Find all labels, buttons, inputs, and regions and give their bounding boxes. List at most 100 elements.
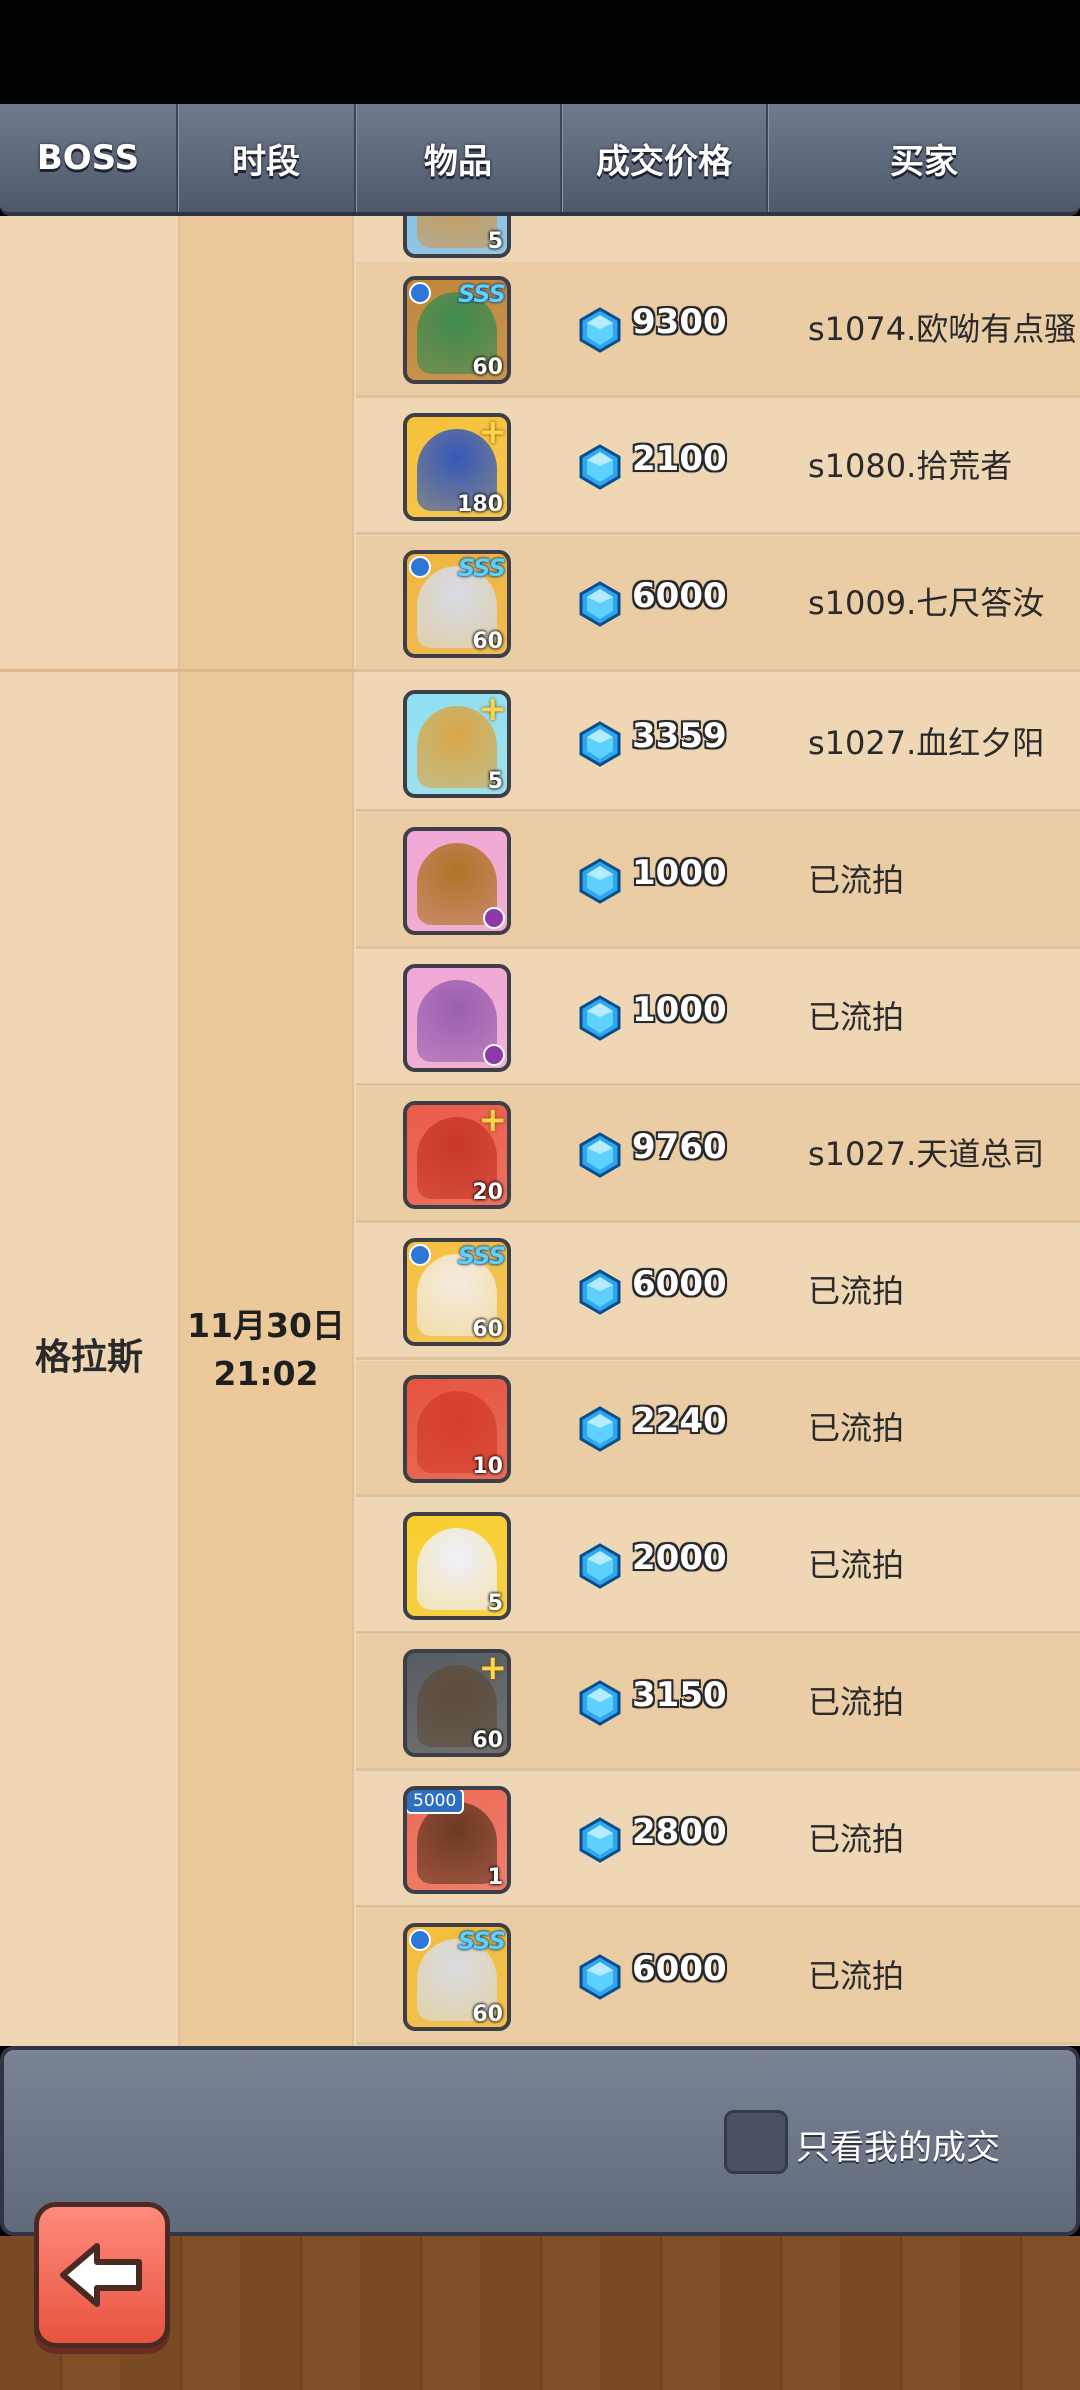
buyer-name: s1027.血红夕阳 <box>808 724 1045 762</box>
item-art <box>417 1528 497 1610</box>
diamond-gem-icon <box>579 307 621 353</box>
item-icon[interactable]: +60 <box>403 1649 511 1757</box>
time-date: 11月30日 <box>187 1306 345 1345</box>
table-header: BOSS 时段 物品 成交价格 买家 <box>0 104 1080 216</box>
plus-icon: + <box>478 413 508 452</box>
diamond-gem-icon <box>579 1132 621 1178</box>
table-row[interactable]: SSS 60 6000 已流拍 <box>356 1909 1080 2045</box>
element-icon <box>483 907 505 929</box>
buyer-name: 已流拍 <box>808 1957 905 1995</box>
price-value: 1000 <box>632 990 727 1030</box>
buyer-name: 已流拍 <box>808 1409 905 1447</box>
buyer-name: s1027.天道总司 <box>808 1135 1045 1173</box>
item-icon[interactable]: 5 <box>403 1512 511 1620</box>
rank-badge: SSS <box>457 554 506 582</box>
plus-icon: + <box>478 1649 508 1688</box>
plus-icon: + <box>478 690 508 729</box>
rank-badge: SSS <box>457 280 506 308</box>
header-price: 成交价格 <box>562 104 768 212</box>
diamond-gem-icon <box>579 995 621 1041</box>
item-icon[interactable]: SSS 60 <box>403 550 511 658</box>
item-level: 10 <box>472 1454 503 1479</box>
item-icon[interactable] <box>403 827 511 935</box>
item-icon[interactable]: +20 <box>403 1101 511 1209</box>
buyer-name: s1074.欧呦有点骚 <box>808 310 1077 348</box>
header-boss: BOSS <box>0 104 178 212</box>
price-value: 2100 <box>632 439 727 479</box>
item-icon[interactable]: 5 <box>403 216 511 258</box>
item-level: 180 <box>457 492 503 517</box>
table-row[interactable]: SSS 60 6000 s1009.七尺答汝 <box>356 536 1080 672</box>
price-value: 2240 <box>632 1401 727 1441</box>
table-row[interactable]: +5 3359 s1027.血红夕阳 <box>356 676 1080 812</box>
price-value: 1000 <box>632 853 727 893</box>
back-button[interactable] <box>34 2202 170 2348</box>
item-icon[interactable]: SSS 60 <box>403 1238 511 1346</box>
table-row[interactable]: 1000 已流拍 <box>356 813 1080 949</box>
table-row[interactable]: 5000 1 2800 已流拍 <box>356 1772 1080 1908</box>
table-row[interactable]: 5 2000 已流拍 <box>356 1498 1080 1634</box>
buyer-name: 已流拍 <box>808 1683 905 1721</box>
item-icon[interactable]: +180 <box>403 413 511 521</box>
time-clock: 21:02 <box>213 1354 319 1393</box>
only-mine-label: 只看我的成交 <box>796 2128 1000 2168</box>
element-icon <box>483 1044 505 1066</box>
diamond-gem-icon <box>579 1543 621 1589</box>
arrow-left-icon <box>60 2243 142 2307</box>
table-row[interactable]: 10 2240 已流拍 <box>356 1361 1080 1497</box>
rank-badge: SSS <box>457 1927 506 1955</box>
item-level: 5 <box>487 1591 503 1616</box>
price-value: 9300 <box>632 302 727 342</box>
time-column <box>180 216 354 2046</box>
table-row[interactable]: +60 3150 已流拍 <box>356 1635 1080 1771</box>
table-row[interactable]: +20 9760 s1027.天道总司 <box>356 1087 1080 1223</box>
price-value: 2800 <box>632 1812 727 1852</box>
item-level: 5 <box>487 229 503 254</box>
item-art <box>417 216 497 248</box>
buyer-name: s1009.七尺答汝 <box>808 584 1045 622</box>
table-row[interactable]: +180 2100 s1080.拾荒者 <box>356 399 1080 535</box>
item-icon[interactable]: 5000 1 <box>403 1786 511 1894</box>
header-item: 物品 <box>356 104 562 212</box>
table-row[interactable]: SSS 60 9300 s1074.欧呦有点骚 <box>356 262 1080 398</box>
item-level: 60 <box>472 1317 503 1342</box>
boss-column <box>0 216 180 2046</box>
price-value: 3359 <box>632 716 727 756</box>
element-icon <box>409 1244 431 1266</box>
item-icon[interactable]: SSS 60 <box>403 1923 511 2031</box>
header-time: 时段 <box>178 104 356 212</box>
item-icon[interactable] <box>403 964 511 1072</box>
header-buyer: 买家 <box>890 141 958 182</box>
diamond-gem-icon <box>579 581 621 627</box>
element-icon <box>409 1929 431 1951</box>
plus-icon: + <box>478 1101 508 1140</box>
price-value: 3150 <box>632 1675 727 1715</box>
item-level: 1 <box>487 1865 503 1890</box>
item-level: 60 <box>472 2002 503 2027</box>
diamond-gem-icon <box>579 721 621 767</box>
item-level: 60 <box>472 1728 503 1753</box>
item-level: 20 <box>472 1180 503 1205</box>
price-value: 6000 <box>632 576 727 616</box>
only-mine-checkbox[interactable] <box>724 2110 788 2174</box>
buyer-name: 已流拍 <box>808 1546 905 1584</box>
item-icon[interactable]: 10 <box>403 1375 511 1483</box>
buyer-name: 已流拍 <box>808 1820 905 1858</box>
diamond-gem-icon <box>579 1269 621 1315</box>
buyer-name: 已流拍 <box>808 1272 905 1310</box>
status-bar <box>0 0 1080 104</box>
auction-table[interactable]: 格拉斯 11月30日 21:02 5 SSS 60 9300 s1074.欧呦有点骚 +1… <box>0 216 1080 2046</box>
diamond-gem-icon <box>579 1817 621 1863</box>
item-level: 5 <box>487 769 503 794</box>
buyer-name: 已流拍 <box>808 998 905 1036</box>
diamond-gem-icon <box>579 1680 621 1726</box>
item-icon[interactable]: SSS 60 <box>403 276 511 384</box>
table-row[interactable]: 1000 已流拍 <box>356 950 1080 1086</box>
rank-badge: SSS <box>457 1242 506 1270</box>
table-row[interactable]: SSS 60 6000 已流拍 <box>356 1224 1080 1360</box>
item-icon[interactable]: +5 <box>403 690 511 798</box>
amount-badge: 5000 <box>407 1790 465 1814</box>
item-art <box>417 1802 497 1884</box>
item-level: 60 <box>472 629 503 654</box>
price-value: 6000 <box>632 1949 727 1989</box>
